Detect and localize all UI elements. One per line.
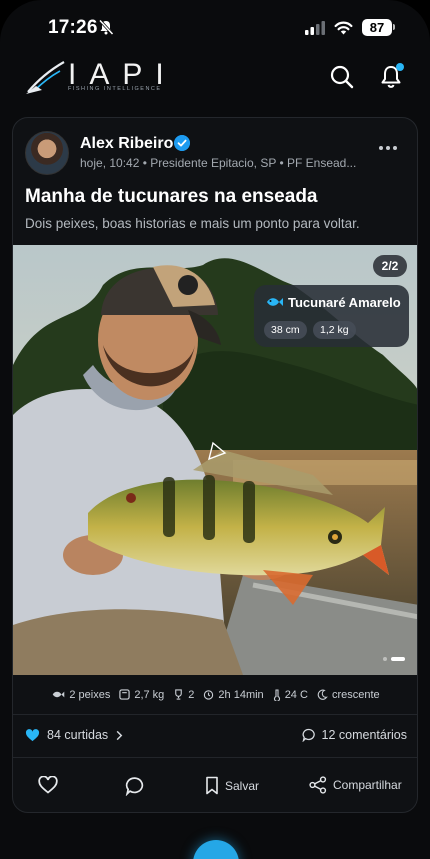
heart-filled-icon: [25, 728, 40, 741]
app-header: IAPI FISHING INTELLIGENCE: [0, 56, 430, 98]
heart-icon: [38, 776, 58, 794]
fish-species-name: Tucunaré Amarelo: [288, 295, 401, 310]
stat-weight-value: 2,7 kg: [134, 688, 165, 701]
scale-icon: [119, 689, 131, 700]
stat-moon: crescente: [317, 689, 380, 701]
post-actions: Salvar Compartilhar: [13, 759, 417, 812]
notification-badge: [396, 63, 404, 71]
like-button[interactable]: [38, 776, 58, 794]
chevron-right-icon: [116, 730, 123, 740]
comment-icon: [125, 777, 144, 796]
search-icon[interactable]: [328, 63, 356, 91]
notifications-button[interactable]: [377, 63, 405, 91]
post-title: Manha de tucunares na enseada: [25, 186, 318, 207]
avatar[interactable]: [25, 131, 69, 175]
comments-link[interactable]: 12 comentários: [302, 728, 407, 742]
stat-duration-value: 2h 14min: [218, 688, 264, 701]
more-dot-icon: [393, 146, 397, 150]
share-button[interactable]: Compartilhar: [309, 776, 402, 794]
carousel-dot: [383, 657, 387, 661]
share-icon: [309, 776, 327, 794]
engagement-row: 84 curtidas 12 comentários: [13, 716, 417, 758]
stat-moon-value: crescente: [331, 688, 380, 701]
post-description: Dois peixes, boas historias e mais um po…: [25, 216, 360, 231]
status-time: 17:26: [48, 17, 98, 38]
save-button[interactable]: Salvar: [205, 776, 259, 795]
stat-temperature: 24 C: [273, 689, 308, 701]
verified-badge-icon: [174, 135, 190, 151]
more-dot-icon: [379, 146, 383, 150]
comment-icon: [302, 728, 315, 742]
catch-stats: 2 peixes 2,7 kg 2 2h 14min 24 C crescent…: [13, 675, 417, 715]
battery-indicator: 87: [362, 19, 395, 36]
fish-species-tag[interactable]: Tucunaré Amarelo 38 cm 1,2 kg: [254, 285, 409, 347]
comments-count: 12 comentários: [321, 728, 407, 742]
likes-count: 84 curtidas: [47, 728, 109, 742]
brand-tagline: FISHING INTELLIGENCE: [68, 86, 162, 92]
more-options-button[interactable]: [379, 146, 397, 150]
new-catch-button[interactable]: [193, 840, 239, 859]
fish-icon: [267, 298, 283, 306]
stat-trophies-value: 2: [188, 688, 195, 701]
likes-link[interactable]: 84 curtidas: [25, 728, 123, 742]
stat-temperature-value: 24 C: [284, 688, 308, 701]
share-label: Compartilhar: [333, 778, 402, 792]
cellular-signal-icon: [305, 20, 325, 35]
fish-weight: 1,2 kg: [313, 321, 356, 339]
photo-counter: 2/2: [373, 255, 407, 277]
thermometer-icon: [273, 688, 280, 701]
status-bar: 17:26 87: [0, 0, 430, 56]
author-name[interactable]: Alex Ribeiro: [80, 135, 173, 153]
catch-photo[interactable]: 2/2 Tucunaré Amarelo 38 cm 1,2 kg: [13, 245, 417, 675]
app-screen: 17:26 87 IAPI FISHING INTELLIGENCE Alex …: [0, 0, 430, 859]
moon-icon: [317, 689, 328, 700]
comment-button[interactable]: [125, 776, 145, 796]
post-meta: hoje, 10:42 • Presidente Epitacio, SP • …: [80, 156, 357, 170]
stat-weight: 2,7 kg: [119, 689, 164, 701]
stat-fish-count: 2 peixes: [52, 689, 110, 701]
bookmark-icon: [206, 776, 218, 795]
fish-length: 38 cm: [264, 321, 307, 339]
trophy-icon: [175, 689, 183, 700]
fish-icon: [53, 691, 65, 698]
save-label: Salvar: [225, 778, 260, 793]
fishing-line-icon: [26, 61, 65, 94]
timer-icon: [204, 690, 214, 700]
stat-duration: 2h 14min: [203, 688, 264, 701]
carousel-dot-active: [391, 657, 405, 661]
stat-trophies: 2: [173, 689, 194, 701]
post-card: Alex Ribeiro hoje, 10:42 • Presidente Ep…: [12, 117, 418, 813]
carousel-indicator: [383, 657, 405, 661]
stat-fish-value: 2 peixes: [69, 688, 111, 701]
silent-mode-icon: [98, 19, 114, 35]
wifi-icon: [334, 21, 353, 34]
more-dot-icon: [386, 146, 390, 150]
brand-logo[interactable]: IAPI FISHING INTELLIGENCE: [24, 58, 174, 98]
